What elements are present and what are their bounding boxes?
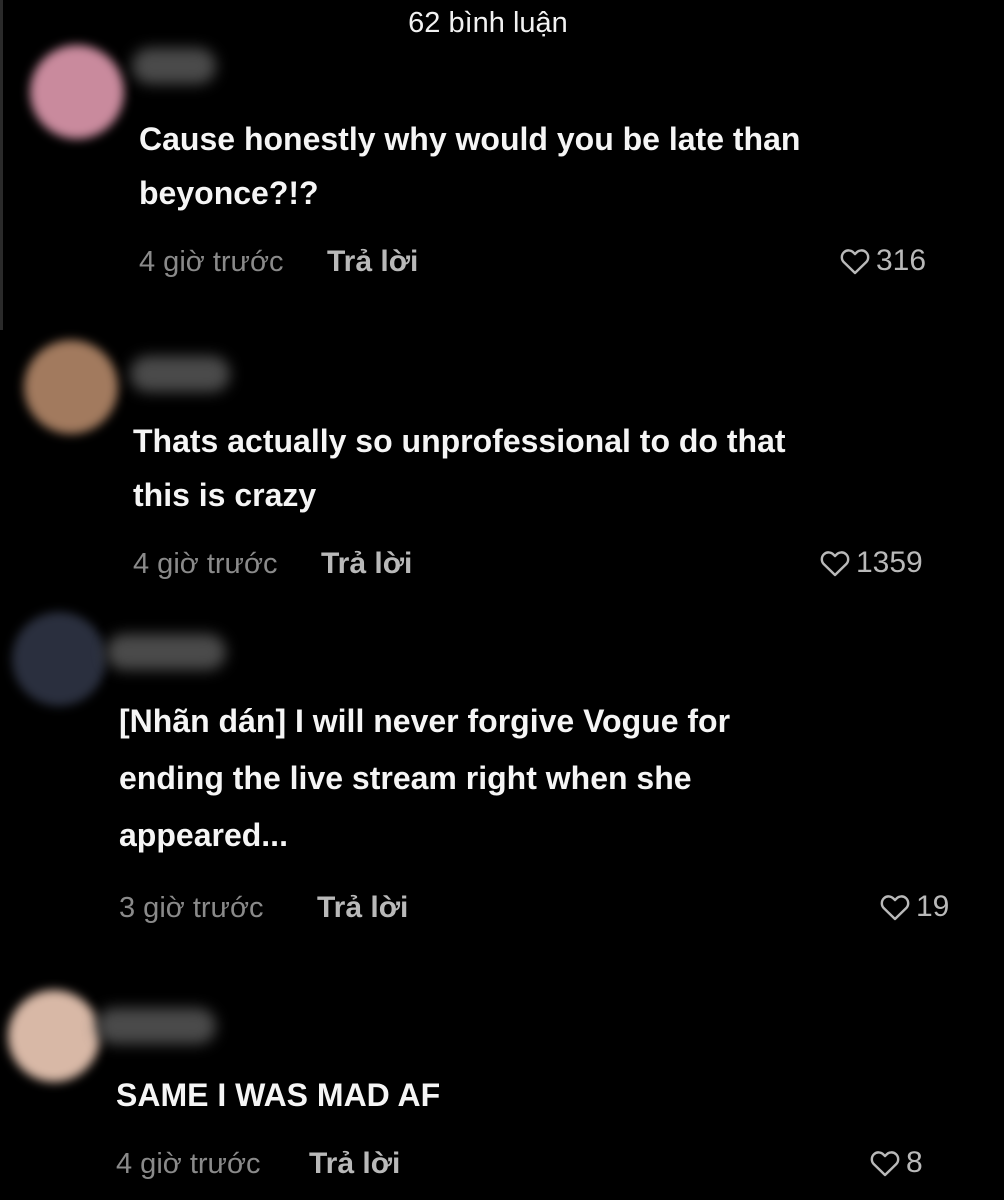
comment-text-line: appeared... <box>119 817 288 853</box>
like-button[interactable]: 19 <box>878 890 949 924</box>
like-button[interactable]: 8 <box>868 1146 923 1180</box>
comment-timestamp: 4 giờ trước <box>133 548 278 580</box>
comment-text-line: this is crazy <box>133 477 317 513</box>
heart-outline-icon <box>878 890 912 924</box>
avatar[interactable] <box>30 45 124 139</box>
comment-timestamp: 3 giờ trước <box>119 892 264 924</box>
reply-button[interactable]: Trả lời <box>321 547 412 581</box>
reply-button[interactable]: Trả lời <box>317 891 408 925</box>
avatar[interactable] <box>8 990 100 1082</box>
avatar[interactable] <box>12 612 106 706</box>
left-edge-divider <box>0 0 3 330</box>
heart-outline-icon <box>838 244 872 278</box>
like-count: 316 <box>876 244 927 277</box>
heart-outline-icon <box>868 1146 902 1180</box>
comment-text-line: beyonce?!? <box>139 175 319 211</box>
like-button[interactable]: 316 <box>838 244 926 278</box>
username-blurred[interactable] <box>96 1008 216 1044</box>
like-button[interactable]: 1359 <box>818 546 923 580</box>
heart-outline-icon <box>818 546 852 580</box>
comment-text-line: SAME I WAS MAD AF <box>116 1077 441 1113</box>
like-count: 19 <box>916 890 950 923</box>
like-count: 1359 <box>856 546 923 579</box>
like-count: 8 <box>906 1146 923 1179</box>
comment-text-line: Cause honestly why would you be late tha… <box>139 121 801 157</box>
reply-button[interactable]: Trả lời <box>309 1147 400 1181</box>
reply-button[interactable]: Trả lời <box>327 245 418 279</box>
comment-text-line: ending the live stream right when she <box>119 760 692 796</box>
comment-timestamp: 4 giờ trước <box>116 1148 261 1180</box>
comment-text-line: Thats actually so unprofessional to do t… <box>133 423 786 459</box>
comments-count-title: 62 bình luận <box>408 7 568 39</box>
username-blurred[interactable] <box>106 634 226 670</box>
comment-text-line: [Nhãn dán] I will never forgive Vogue fo… <box>119 703 731 739</box>
username-blurred[interactable] <box>130 356 230 392</box>
comment-timestamp: 4 giờ trước <box>139 246 284 278</box>
avatar[interactable] <box>24 340 118 434</box>
username-blurred[interactable] <box>132 48 216 84</box>
